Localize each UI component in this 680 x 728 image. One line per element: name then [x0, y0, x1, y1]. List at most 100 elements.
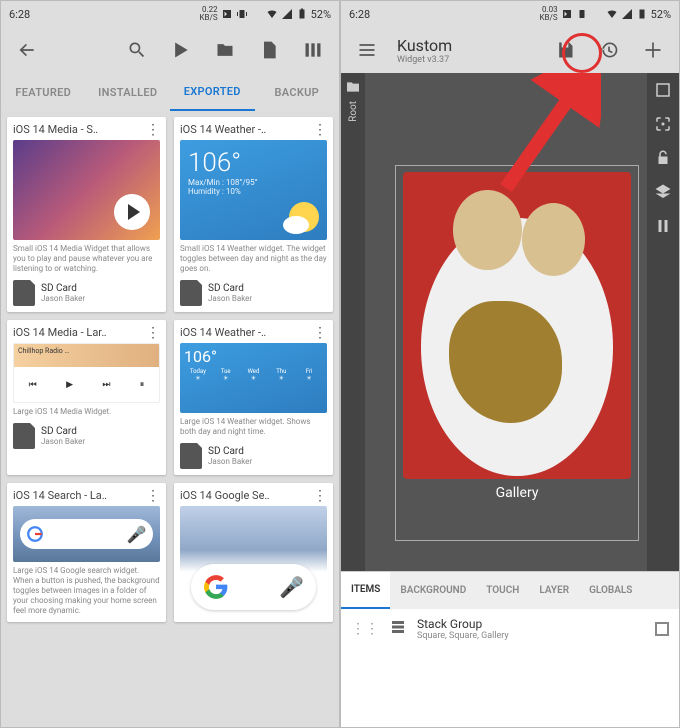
- search-icon[interactable]: [117, 30, 157, 70]
- card-desc: Large iOS 14 Media Widget.: [13, 407, 160, 417]
- battery-icon: [636, 8, 648, 20]
- status-bar: 6:28 0.03KB/S 52%: [341, 1, 679, 27]
- card-title: iOS 14 Media - Lar‥: [13, 326, 146, 339]
- overflow-icon[interactable]: ⋮: [146, 330, 160, 336]
- widget-card[interactable]: iOS 14 Weather -‥⋮ 106° Today☀Tue☀Wed☀Th…: [174, 320, 333, 475]
- btab-globals[interactable]: GLOBALS: [579, 572, 642, 609]
- pause-icon[interactable]: [654, 217, 672, 235]
- play-icon: [114, 194, 150, 230]
- layer-detail: Square, Square, Gallery: [417, 631, 645, 641]
- overflow-icon[interactable]: ⋮: [146, 493, 160, 499]
- tab-backup[interactable]: BACKUP: [255, 73, 340, 111]
- gallery-image: [403, 172, 630, 479]
- sd-icon: [180, 443, 202, 469]
- folder-icon[interactable]: [205, 30, 245, 70]
- bottom-tabs: ITEMS BACKGROUND TOUCH LAYER GLOBALS: [341, 571, 679, 609]
- add-button[interactable]: [633, 30, 673, 70]
- bottom-blank: [341, 649, 679, 727]
- widget-card[interactable]: iOS 14 Weather -‥⋮ 106° Max/Min : 108°/9…: [174, 117, 333, 312]
- canvas[interactable]: Gallery: [365, 73, 647, 571]
- card-grid[interactable]: iOS 14 Media - S‥⋮ Small iOS 14 Media Wi…: [1, 111, 339, 727]
- card-title: iOS 14 Media - S‥: [13, 123, 146, 136]
- focus-icon[interactable]: [654, 115, 672, 133]
- btab-layer[interactable]: LAYER: [529, 572, 579, 609]
- card-thumb: [13, 140, 160, 240]
- bluetooth-icon: [251, 8, 263, 20]
- card-desc: Small iOS 14 Media Widget that allows yo…: [13, 244, 160, 274]
- gallery-label: Gallery: [496, 485, 539, 501]
- sun-icon: [289, 202, 319, 232]
- side-toolbar: [647, 73, 679, 571]
- widget-card[interactable]: iOS 14 Media - Lar‥⋮ Chillhop Radio … ⏮▶…: [7, 320, 166, 475]
- nfc-icon: [221, 8, 233, 20]
- tab-exported[interactable]: EXPORTED: [170, 73, 255, 111]
- square-icon[interactable]: [654, 81, 672, 99]
- card-title: iOS 14 Weather -‥: [180, 326, 313, 339]
- layer-name: Stack Group: [417, 617, 645, 631]
- history-icon[interactable]: [589, 30, 629, 70]
- back-button[interactable]: [7, 30, 47, 70]
- status-bar: 6:28 0.22KB/S 52%: [1, 1, 339, 27]
- btab-background[interactable]: BACKGROUND: [390, 572, 476, 609]
- btab-touch[interactable]: TOUCH: [476, 572, 529, 609]
- folder-icon: [345, 79, 361, 95]
- lock-icon[interactable]: [654, 149, 672, 167]
- btab-items[interactable]: ITEMS: [341, 572, 390, 609]
- status-time: 6:28: [9, 8, 30, 21]
- file-icon[interactable]: [249, 30, 289, 70]
- menu-icon[interactable]: [347, 30, 387, 70]
- signal-icon: [281, 8, 293, 20]
- layers-icon[interactable]: [654, 183, 672, 201]
- widget-card[interactable]: iOS 14 Media - S‥⋮ Small iOS 14 Media Wi…: [7, 117, 166, 312]
- app-title: Kustom: [397, 36, 541, 55]
- card-title: iOS 14 Search - La‥: [13, 489, 146, 502]
- card-title: iOS 14 Weather -‥: [180, 123, 313, 136]
- search-pill-large: 🎤: [191, 564, 316, 610]
- widget-card[interactable]: iOS 14 Google Se‥⋮ 🎤: [174, 483, 333, 622]
- wifi-icon: [266, 8, 278, 20]
- phone-right: 6:28 0.03KB/S 52% Kustom Widget v3.37: [340, 0, 680, 728]
- toolbar-left: [1, 27, 339, 73]
- card-thumb: 🎤: [180, 506, 327, 616]
- card-desc: Large iOS 14 Weather widget. Shows both …: [180, 417, 327, 437]
- google-logo-icon: [26, 525, 44, 543]
- columns-icon[interactable]: [293, 30, 333, 70]
- widget-frame[interactable]: Gallery: [395, 165, 639, 541]
- phone-left: 6:28 0.22KB/S 52% FEATURED INSTALLE: [0, 0, 340, 728]
- battery-pct: 52%: [311, 8, 331, 21]
- play-store-icon[interactable]: [161, 30, 201, 70]
- sd-icon: [13, 423, 35, 449]
- tab-installed[interactable]: INSTALLED: [86, 73, 171, 111]
- card-desc: Small iOS 14 Weather widget. The widget …: [180, 244, 327, 274]
- status-icons: 0.22KB/S 52%: [200, 6, 331, 22]
- wifi-icon: [606, 8, 618, 20]
- app-subtitle: Widget v3.37: [397, 55, 541, 65]
- sd-icon: [180, 280, 202, 306]
- vertical-tab-root[interactable]: Root: [341, 73, 365, 571]
- card-desc: Large iOS 14 Google search widget. When …: [13, 566, 160, 616]
- card-thumb: 106° Max/Min : 108°/95° Humidity : 10%: [180, 140, 327, 240]
- editor-canvas-area: Root Gallery: [341, 73, 679, 571]
- google-logo-icon: [203, 574, 229, 600]
- card-thumb: 🎤: [13, 506, 160, 562]
- search-pill: 🎤: [20, 519, 152, 549]
- nfc-icon: [561, 8, 573, 20]
- overflow-icon[interactable]: ⋮: [313, 493, 327, 499]
- layer-checkbox[interactable]: [655, 622, 669, 636]
- signal-icon: [621, 8, 633, 20]
- vibrate-icon: [576, 8, 588, 20]
- layer-row[interactable]: ⋮⋮ Stack Group Square, Square, Gallery: [341, 609, 679, 649]
- card-thumb: Chillhop Radio … ⏮▶⏭⏸: [13, 343, 160, 403]
- battery-pct: 52%: [651, 8, 671, 21]
- tab-featured[interactable]: FEATURED: [1, 73, 86, 111]
- mic-icon: 🎤: [127, 525, 147, 544]
- vibrate-icon: [236, 8, 248, 20]
- overflow-icon[interactable]: ⋮: [313, 330, 327, 336]
- drag-handle-icon[interactable]: ⋮⋮: [351, 621, 379, 637]
- widget-card[interactable]: iOS 14 Search - La‥⋮ 🎤 Large iOS 14 Goog…: [7, 483, 166, 622]
- tabs-left: FEATURED INSTALLED EXPORTED BACKUP: [1, 73, 339, 111]
- overflow-icon[interactable]: ⋮: [146, 127, 160, 133]
- stack-icon: [389, 618, 407, 640]
- overflow-icon[interactable]: ⋮: [313, 127, 327, 133]
- save-button[interactable]: [545, 30, 585, 70]
